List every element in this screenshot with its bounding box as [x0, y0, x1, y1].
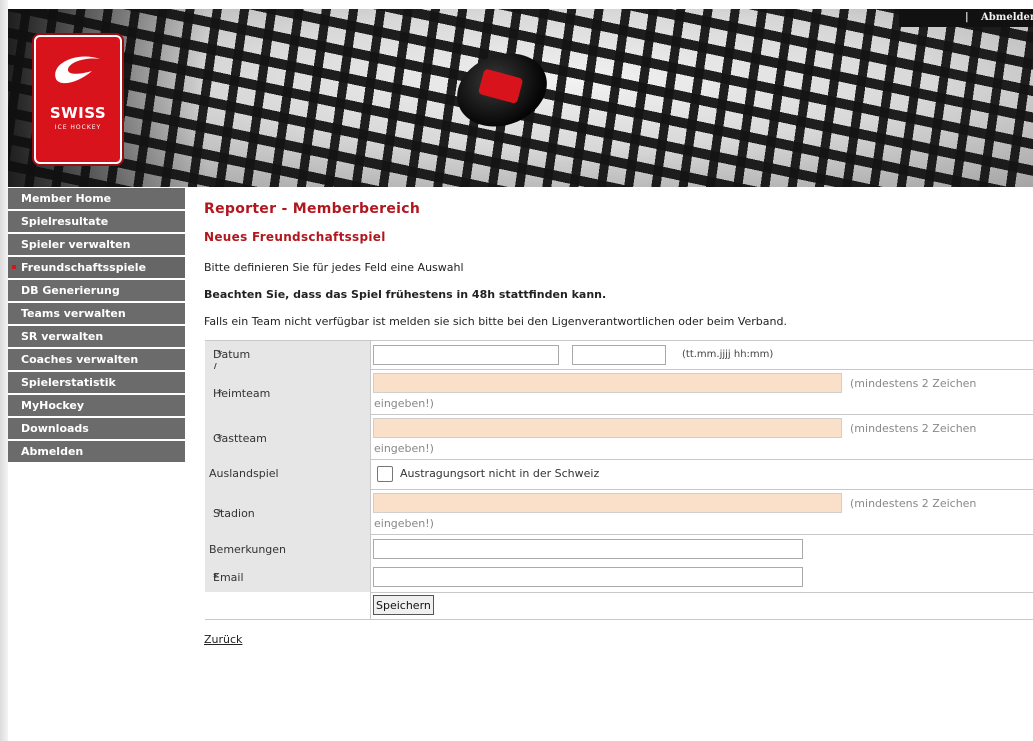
header-banner: SWISS ICE HOCKEY [8, 9, 1033, 187]
stadium-input[interactable] [373, 493, 842, 513]
info-text: Falls ein Team nicht verfügbar ist melde… [204, 315, 787, 328]
top-separator: | [965, 12, 969, 23]
logo-swoosh-icon [55, 56, 100, 84]
sidebar-item-freundschaftsspiele[interactable]: Freundschaftsspiele [8, 257, 185, 278]
sidebar-item-downloads[interactable]: Downloads [8, 418, 185, 439]
remarks-input[interactable] [373, 539, 803, 559]
sidebar-item-spielerstatistik[interactable]: Spielerstatistik [8, 372, 185, 393]
sidebar-nav: Member Home Spielresultate Spieler verwa… [8, 188, 185, 464]
sidebar-item-spieler-verwalten[interactable]: Spieler verwalten [8, 234, 185, 255]
home-team-input[interactable] [373, 373, 842, 393]
page-subtitle: Neues Freundschaftsspiel [204, 230, 386, 244]
required-marker: * [217, 348, 223, 361]
top-bar: | Abmelden [899, 9, 1033, 27]
friendly-game-form: Datum / Uhrzeit* (tt.mm.jjjj hh:mm) Heim… [205, 340, 1033, 620]
sidebar-item-myhockey[interactable]: MyHockey [8, 395, 185, 416]
required-marker: * [217, 387, 223, 400]
stadium-label-cell: Stadion * [205, 489, 371, 534]
puck-image [446, 41, 558, 139]
guest-hint-2: eingeben!) [374, 442, 434, 455]
time-input[interactable] [572, 345, 666, 365]
abroad-checkbox-label[interactable]: Austragungsort nicht in der Schweiz [400, 467, 599, 480]
sidebar-item-spielresultate[interactable]: Spielresultate [8, 211, 185, 232]
save-button[interactable]: Speichern [373, 595, 434, 615]
form-row-abroad: Auslandspiel Austragungsort nicht in der… [205, 459, 1033, 490]
swiss-ice-hockey-logo[interactable]: SWISS ICE HOCKEY [34, 35, 122, 164]
required-marker: * [217, 507, 223, 520]
page-shade [0, 0, 8, 741]
sidebar-item-coaches-verwalten[interactable]: Coaches verwalten [8, 349, 185, 370]
home-label-cell: Heimteam * [205, 369, 371, 414]
required-marker: * [217, 432, 223, 445]
form-row-date: Datum / Uhrzeit* (tt.mm.jjjj hh:mm) [205, 341, 1033, 387]
form-row-guest-team: Gastteam * (mindestens 2 Zeichen eingeben… [205, 414, 1033, 460]
sidebar-item-sr-verwalten[interactable]: SR verwalten [8, 326, 185, 347]
home-hint-1: (mindestens 2 Zeichen [850, 377, 977, 390]
form-row-submit: Speichern [205, 592, 1033, 620]
intro-text: Bitte definieren Sie für jedes Feld eine… [204, 261, 464, 274]
form-row-home-team: Heimteam * (mindestens 2 Zeichen eingeben… [205, 369, 1033, 415]
home-hint-2: eingeben!) [374, 397, 434, 410]
remarks-label: Bemerkungen [209, 543, 287, 556]
required-marker: * [213, 571, 219, 584]
sidebar-item-db-generierung[interactable]: DB Generierung [8, 280, 185, 301]
stadium-hint-2: eingeben!) [374, 517, 434, 530]
abroad-label-cell: Auslandspiel [205, 459, 371, 489]
remarks-email-label-cell: Bemerkungen Email * [205, 534, 371, 592]
notice-text: Beachten Sie, dass das Spiel frühestens … [204, 288, 607, 301]
logo-title: SWISS [49, 104, 107, 122]
email-input[interactable] [373, 567, 803, 587]
form-row-remarks-email: Bemerkungen Email * [205, 534, 1033, 593]
back-link[interactable]: Zurück [204, 633, 242, 646]
guest-team-input[interactable] [373, 418, 842, 438]
date-format-hint: (tt.mm.jjjj hh:mm) [682, 349, 774, 360]
abroad-checkbox[interactable] [377, 466, 393, 482]
guest-hint-1: (mindestens 2 Zeichen [850, 422, 977, 435]
date-label-cell: Datum / Uhrzeit* [205, 341, 371, 387]
date-input[interactable] [373, 345, 559, 365]
guest-label-cell: Gastteam * [205, 414, 371, 459]
submit-label-cell [205, 592, 371, 619]
abroad-label: Auslandspiel [209, 467, 279, 480]
sidebar-item-abmelden[interactable]: Abmelden [8, 441, 185, 462]
form-row-stadium: Stadion * (mindestens 2 Zeichen eingeben!… [205, 489, 1033, 535]
logo-subtitle: ICE HOCKEY [54, 124, 102, 131]
sidebar-item-teams-verwalten[interactable]: Teams verwalten [8, 303, 185, 324]
puck-logo [477, 68, 524, 104]
sidebar-item-member-home[interactable]: Member Home [8, 188, 185, 209]
top-logout-link[interactable]: Abmelden [981, 9, 1033, 27]
stadium-hint-1: (mindestens 2 Zeichen [850, 497, 977, 510]
page-title: Reporter - Memberbereich [204, 201, 421, 217]
